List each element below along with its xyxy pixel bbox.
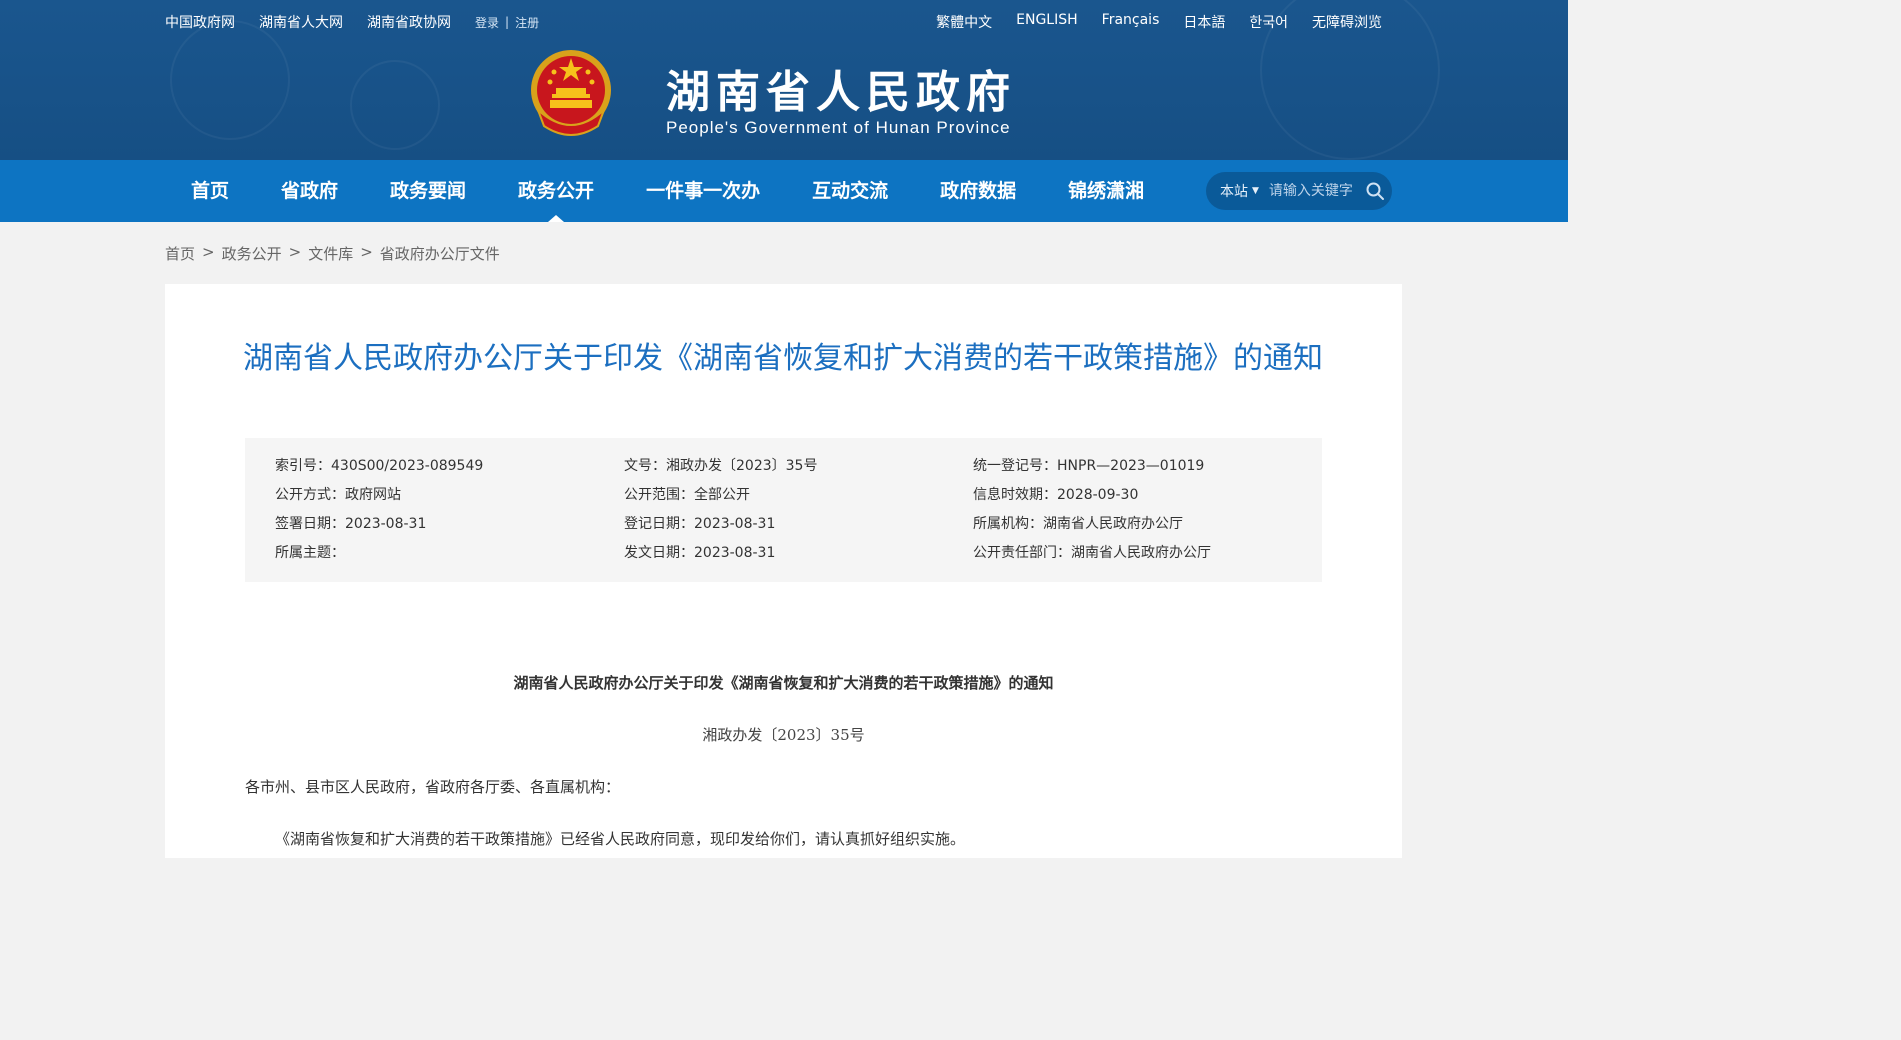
language-links: 繁體中文 ENGLISH Français 日本語 한국어 无障碍浏览 (912, 12, 1382, 32)
caret-down-icon: ▼ (1252, 186, 1259, 196)
body-title: 湖南省人民政府办公厅关于印发《湖南省恢复和扩大消费的若干政策措施》的通知 (513, 674, 1054, 692)
meta-row: 公开方式：政府网站 公开范围：全部公开 信息时效期：2028-09-30 (275, 484, 1322, 513)
nav-item-gov-affairs[interactable]: 政务公开 (492, 160, 620, 222)
site-header: 中国政府网 湖南省人大网 湖南省政协网 登录 | 注册 繁體中文 ENGLISH… (0, 0, 1568, 160)
lang-traditional-chinese[interactable]: 繁體中文 (936, 12, 992, 32)
nav-items: 首页 省政府 政务要闻 政务公开 一件事一次办 互动交流 政府数据 锦绣潇湘 (165, 160, 1170, 222)
search-icon[interactable] (1365, 181, 1385, 201)
top-links: 中国政府网 湖南省人大网 湖南省政协网 登录 | 注册 (165, 12, 539, 32)
meta-registration-number: 统一登记号：HNPR—2023—01019 (973, 458, 1205, 474)
link-gov-cn[interactable]: 中国政府网 (165, 12, 235, 32)
meta-sign-date: 签署日期：2023-08-31 (275, 516, 427, 532)
breadcrumb-separator: > (202, 243, 215, 261)
meta-row: 签署日期：2023-08-31 登记日期：2023-08-31 所属机构：湖南省… (275, 513, 1322, 542)
lang-english[interactable]: ENGLISH (1016, 12, 1078, 32)
search-input[interactable] (1268, 183, 1361, 199)
breadcrumb: 首页 > 政务公开 > 文件库 > 省政府办公厅文件 (165, 243, 500, 264)
lang-french[interactable]: Français (1102, 12, 1160, 32)
meta-row: 索引号：430S00/2023-089549 文号：湘政办发〔2023〕35号 … (275, 455, 1322, 484)
breadcrumb-separator: > (288, 243, 302, 261)
meta-row: 所属主题： 发文日期：2023-08-31 公开责任部门：湖南省人民政府办公厅 (275, 542, 1322, 571)
body-paragraph: 《湖南省恢复和扩大消费的若干政策措施》已经省人民政府同意，现印发给你们，请认真抓… (275, 830, 966, 848)
body-doc-number: 湘政办发〔2023〕35号 (702, 726, 865, 744)
link-hunan-cppcc[interactable]: 湖南省政协网 (367, 12, 451, 32)
search-scope-label: 本站 (1220, 184, 1248, 200)
meta-index-number: 索引号：430S00/2023-089549 (275, 458, 484, 474)
meta-publish-method: 公开方式：政府网站 (275, 487, 401, 503)
meta-issue-date: 发文日期：2023-08-31 (624, 545, 776, 561)
nav-item-provincial-gov[interactable]: 省政府 (255, 160, 364, 222)
meta-agency: 所属机构：湖南省人民政府办公厅 (973, 516, 1183, 532)
register-link[interactable]: 注册 (515, 14, 539, 31)
search-scope-dropdown[interactable]: 本站 ▼ (1220, 181, 1259, 201)
accessibility-link[interactable]: 无障碍浏览 (1312, 12, 1382, 32)
breadcrumb-office-documents[interactable]: 省政府办公厅文件 (380, 243, 500, 264)
site-subtitle: People's Government of Hunan Province (666, 118, 1011, 137)
document-title: 湖南省人民政府办公厅关于印发《湖南省恢复和扩大消费的若干政策措施》的通知 (243, 341, 1323, 376)
breadcrumb-gov-affairs[interactable]: 政务公开 (222, 243, 282, 264)
lang-korean[interactable]: 한국어 (1249, 12, 1288, 32)
nav-item-scenic-hunan[interactable]: 锦绣潇湘 (1042, 160, 1170, 222)
nav-item-gov-news[interactable]: 政务要闻 (364, 160, 492, 222)
document-panel: 湖南省人民政府办公厅关于印发《湖南省恢复和扩大消费的若干政策措施》的通知 索引号… (165, 284, 1402, 858)
meta-doc-number: 文号：湘政办发〔2023〕35号 (624, 458, 818, 474)
meta-responsible-dept: 公开责任部门：湖南省人民政府办公厅 (973, 545, 1211, 561)
nav-item-home[interactable]: 首页 (165, 160, 255, 222)
site-title: 湖南省人民政府 (666, 67, 1016, 118)
breadcrumb-document-library[interactable]: 文件库 (308, 243, 353, 264)
meta-register-date: 登记日期：2023-08-31 (624, 516, 776, 532)
breadcrumb-home[interactable]: 首页 (165, 243, 195, 264)
nav-item-interaction[interactable]: 互动交流 (786, 160, 914, 222)
document-meta-table: 索引号：430S00/2023-089549 文号：湘政办发〔2023〕35号 … (245, 438, 1322, 582)
main-nav: 首页 省政府 政务要闻 政务公开 一件事一次办 互动交流 政府数据 锦绣潇湘 本… (0, 160, 1568, 222)
auth-divider: | (505, 15, 510, 29)
login-link[interactable]: 登录 (475, 14, 499, 31)
meta-publish-scope: 公开范围：全部公开 (624, 487, 750, 503)
meta-topic: 所属主题： (275, 545, 345, 561)
breadcrumb-separator: > (360, 243, 373, 261)
nav-item-one-service[interactable]: 一件事一次办 (620, 160, 786, 222)
national-emblem-icon (531, 50, 611, 136)
body-salutation: 各市州、县市区人民政府，省政府各厅委、各直属机构： (245, 778, 621, 796)
search-box: 本站 ▼ (1206, 172, 1392, 210)
meta-validity: 信息时效期：2028-09-30 (973, 487, 1139, 503)
nav-item-gov-data[interactable]: 政府数据 (914, 160, 1042, 222)
header-decoration (170, 20, 290, 140)
lang-japanese[interactable]: 日本語 (1183, 12, 1225, 32)
link-hunan-npc[interactable]: 湖南省人大网 (259, 12, 343, 32)
header-decoration (350, 60, 440, 150)
